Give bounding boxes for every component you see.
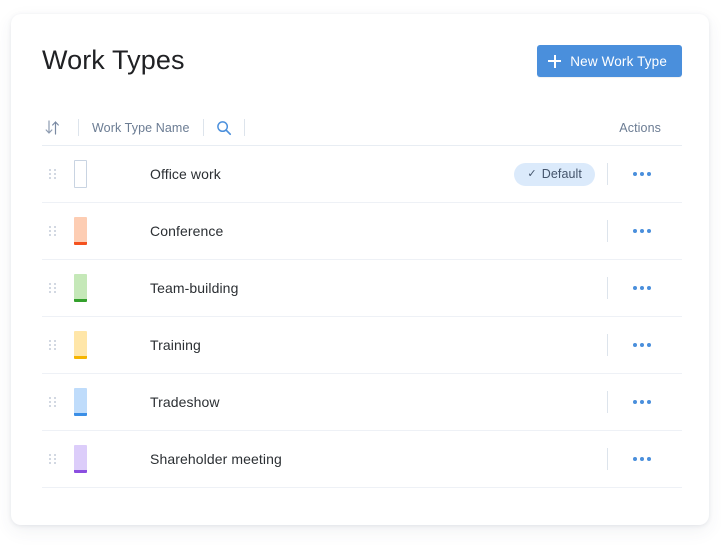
color-swatch-cell (69, 331, 114, 359)
color-swatch (74, 217, 87, 245)
ellipsis-icon-dot (640, 343, 644, 347)
drag-handle-icon (49, 397, 56, 407)
ellipsis-icon-dot (633, 172, 637, 176)
table-header-row: Work Type Name Actions (42, 110, 682, 146)
sort-button[interactable] (42, 120, 78, 135)
ellipsis-icon-dot (633, 343, 637, 347)
color-swatch-cell (69, 217, 114, 245)
ellipsis-icon-dot (640, 229, 644, 233)
page-title: Work Types (42, 45, 185, 75)
actions-divider (607, 220, 608, 242)
table-row[interactable]: Shareholder meeting (42, 431, 682, 488)
drag-handle-icon (49, 454, 56, 464)
actions-cell (607, 220, 682, 242)
actions-divider (607, 277, 608, 299)
ellipsis-icon-dot (640, 172, 644, 176)
table-row[interactable]: Tradeshow (42, 374, 682, 431)
work-types-card: Work Types New Work Type Work Type Name (11, 14, 709, 525)
color-swatch (74, 445, 87, 473)
actions-divider (607, 334, 608, 356)
search-button[interactable] (204, 120, 244, 136)
drag-handle-icon (49, 226, 56, 236)
ellipsis-icon-dot (633, 457, 637, 461)
ellipsis-icon-dot (647, 400, 651, 404)
row-actions-button[interactable] (631, 280, 653, 296)
table-row[interactable]: Conference (42, 203, 682, 260)
actions-cell (607, 448, 682, 470)
actions-cell (607, 163, 682, 185)
table-row[interactable]: Training (42, 317, 682, 374)
color-swatch-cell (69, 388, 114, 416)
color-swatch-cell (69, 445, 114, 473)
work-type-name: Office work (150, 166, 221, 182)
color-swatch-cell (69, 160, 114, 188)
ellipsis-icon-dot (640, 457, 644, 461)
ellipsis-icon-dot (647, 457, 651, 461)
sort-arrows-icon (45, 120, 59, 135)
actions-cell (607, 277, 682, 299)
drag-handle-icon (49, 283, 56, 293)
work-type-name: Team-building (150, 280, 239, 296)
check-icon: ✓ (527, 167, 537, 180)
color-swatch-cell (69, 274, 114, 302)
drag-handle[interactable] (42, 454, 69, 464)
default-badge-label: Default (541, 167, 582, 181)
ellipsis-icon-dot (640, 286, 644, 290)
drag-handle-icon (49, 340, 56, 350)
plus-icon (548, 54, 562, 68)
column-header-work-type-name[interactable]: Work Type Name (79, 121, 203, 135)
page-root: Work Types New Work Type Work Type Name (0, 0, 721, 558)
ellipsis-icon-dot (647, 172, 651, 176)
color-swatch (74, 331, 87, 359)
actions-cell (607, 391, 682, 413)
ellipsis-icon-dot (647, 343, 651, 347)
ellipsis-icon-dot (633, 400, 637, 404)
work-types-table: Work Type Name Actions Office work ✓ Defau… (42, 110, 682, 488)
row-actions-button[interactable] (631, 223, 653, 239)
table-row[interactable]: Team-building (42, 260, 682, 317)
actions-cell (607, 334, 682, 356)
actions-divider (607, 448, 608, 470)
default-badge: ✓ Default (514, 162, 595, 186)
actions-divider (607, 391, 608, 413)
row-actions-button[interactable] (631, 166, 653, 182)
ellipsis-icon-dot (647, 286, 651, 290)
row-actions-button[interactable] (631, 337, 653, 353)
drag-handle-icon (49, 169, 56, 179)
header-divider-3 (243, 119, 245, 136)
work-type-name: Tradeshow (150, 394, 220, 410)
drag-handle[interactable] (42, 397, 69, 407)
new-work-type-button[interactable]: New Work Type (537, 45, 682, 77)
ellipsis-icon-dot (640, 400, 644, 404)
new-work-type-button-label: New Work Type (570, 53, 667, 69)
drag-handle[interactable] (42, 226, 69, 236)
color-swatch (74, 160, 87, 188)
drag-handle[interactable] (42, 169, 69, 179)
ellipsis-icon-dot (633, 229, 637, 233)
actions-divider (607, 163, 608, 185)
table-row[interactable]: Office work ✓ Default (42, 146, 682, 203)
color-swatch (74, 274, 87, 302)
badge-cell: ✓ Default (514, 162, 607, 186)
work-type-name: Conference (150, 223, 224, 239)
row-actions-button[interactable] (631, 394, 653, 410)
work-type-name: Shareholder meeting (150, 451, 282, 467)
drag-handle[interactable] (42, 340, 69, 350)
search-icon (216, 120, 231, 135)
color-swatch (74, 388, 87, 416)
table-body: Office work ✓ Default Conference Team-buildi… (42, 146, 682, 488)
column-header-actions: Actions (619, 120, 661, 135)
ellipsis-icon-dot (647, 229, 651, 233)
ellipsis-icon-dot (633, 286, 637, 290)
row-actions-button[interactable] (631, 451, 653, 467)
work-type-name: Training (150, 337, 201, 353)
drag-handle[interactable] (42, 283, 69, 293)
card-header: Work Types New Work Type (11, 14, 709, 110)
